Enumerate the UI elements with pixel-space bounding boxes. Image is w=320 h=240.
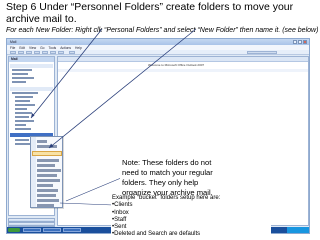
bucket-item-defaults: Deleted and Search are defaults — [112, 231, 270, 238]
context-menu-item[interactable] — [37, 164, 55, 167]
context-menu-item[interactable] — [37, 204, 54, 207]
folder-item[interactable] — [12, 77, 34, 80]
new-mail-button[interactable] — [10, 51, 16, 54]
taskbar-item[interactable] — [23, 228, 41, 232]
folder-item[interactable] — [15, 100, 30, 103]
bucket-folders-list: Example “bucket” folders setup here are:… — [111, 195, 271, 239]
folder-item[interactable] — [15, 112, 32, 115]
context-menu-item[interactable] — [37, 174, 57, 177]
menu-go[interactable]: Go — [40, 46, 44, 50]
taskbar-item[interactable] — [63, 228, 81, 232]
taskbar-item[interactable] — [43, 228, 61, 232]
context-menu-item[interactable] — [37, 179, 60, 182]
search-box[interactable] — [247, 51, 277, 54]
context-menu-item[interactable] — [37, 189, 58, 192]
context-menu-item[interactable] — [37, 159, 59, 162]
folder-item[interactable] — [15, 124, 26, 127]
context-menu-item[interactable] — [37, 140, 47, 143]
favorite-folders-group[interactable] — [10, 64, 53, 68]
folder-item[interactable] — [12, 69, 32, 72]
reply-all-button[interactable] — [50, 51, 56, 54]
bucket-item-staff: Staff — [112, 217, 270, 224]
bucket-intro: Example “bucket” folders setup here are: — [112, 195, 221, 201]
slide-subtitle: For each New Folder: Right clk “Personal… — [6, 27, 318, 34]
delete-button[interactable] — [34, 51, 40, 54]
system-tray — [287, 227, 309, 233]
menu-view[interactable]: View — [29, 46, 36, 50]
folder-item[interactable] — [15, 108, 27, 111]
folder-item[interactable] — [15, 116, 29, 119]
bucket-item-sent: Sent — [112, 224, 270, 231]
reply-button[interactable] — [42, 51, 48, 54]
folder-item[interactable] — [15, 104, 35, 107]
calendar-nav-button[interactable] — [8, 222, 55, 226]
note-callout: Note: These folders do not need to match… — [120, 157, 218, 199]
menu-file[interactable]: File — [10, 46, 15, 50]
mail-nav-button[interactable] — [8, 218, 55, 222]
forward-button[interactable] — [58, 51, 64, 54]
context-menu-item[interactable] — [37, 169, 61, 172]
context-menu-icon-column — [31, 137, 36, 207]
context-menu-item[interactable] — [37, 199, 59, 202]
maximize-icon[interactable] — [298, 40, 302, 44]
folder-item[interactable] — [15, 96, 33, 99]
reading-pane-header — [58, 57, 308, 62]
new-folder-menu-item[interactable] — [31, 151, 62, 156]
menu-tools[interactable]: Tools — [49, 46, 57, 50]
context-menu-item[interactable] — [37, 194, 56, 197]
folder-item[interactable] — [15, 139, 29, 142]
context-menu-item[interactable] — [37, 184, 53, 187]
move-button[interactable] — [26, 51, 32, 54]
bucket-item-clients: Clients — [112, 202, 270, 209]
window-controls — [293, 40, 307, 44]
nav-pane-header: Mail — [9, 57, 54, 62]
print-button[interactable] — [18, 51, 24, 54]
reading-pane-strip — [58, 69, 308, 72]
context-menu — [30, 136, 63, 208]
folder-item[interactable] — [12, 92, 38, 95]
toolbar — [7, 50, 309, 55]
welcome-text: Welcome to Microsoft Office Outlook 2007 — [148, 63, 205, 67]
start-button[interactable] — [8, 228, 20, 232]
folder-item[interactable] — [12, 81, 26, 84]
send-receive-button[interactable] — [69, 51, 75, 54]
minimize-icon[interactable] — [293, 40, 297, 44]
folder-item[interactable] — [15, 128, 31, 131]
menu-help[interactable]: Help — [75, 46, 82, 50]
folder-item[interactable] — [12, 73, 28, 76]
bucket-item-inbox: Inbox — [112, 210, 270, 217]
folder-item[interactable] — [15, 120, 34, 123]
all-mail-folders-group[interactable] — [10, 87, 53, 91]
context-menu-item[interactable] — [37, 145, 57, 148]
menu-actions[interactable]: Actions — [60, 46, 71, 50]
slide-title: Step 6 Under “Personnel Folders” create … — [6, 1, 294, 25]
close-icon[interactable] — [303, 40, 307, 44]
menu-edit[interactable]: Edit — [19, 46, 25, 50]
window-title: Mail — [10, 40, 17, 44]
